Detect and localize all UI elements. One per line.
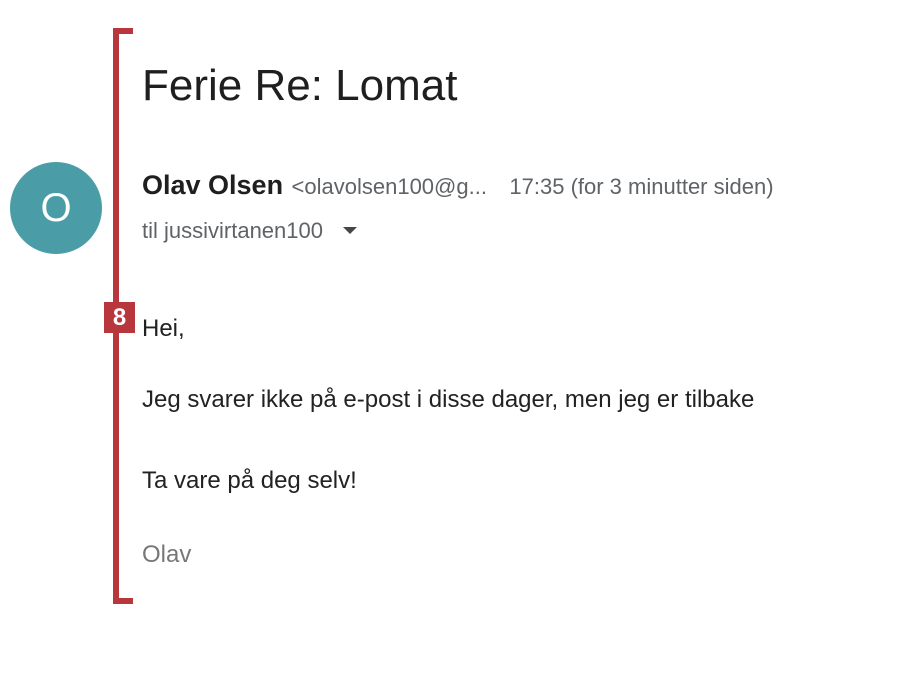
email-greeting: Hei, [142,315,185,342]
annotation-badge: 8 [104,302,135,333]
sender-email: <olavolsen100@g... [291,174,487,199]
email-subject: Ferie Re: Lomat [142,61,458,110]
sender-name[interactable]: Olav Olsen [142,170,283,200]
email-paragraph-2: Ta vare på deg selv! [142,467,357,494]
recipient-line: til jussivirtanen100 [142,215,358,247]
sender-line: Olav Olsen <olavolsen100@g... 17:35 (for… [142,168,774,207]
chevron-down-icon[interactable] [343,226,358,234]
email-paragraph-1: Jeg svarer ikke på e-post i disse dager,… [142,386,755,413]
recipient-label: til jussivirtanen100 [142,218,323,243]
email-timestamp: 17:35 (for 3 minutter siden) [509,174,774,199]
avatar[interactable]: O [10,162,102,254]
email-signature: Olav [142,541,192,568]
